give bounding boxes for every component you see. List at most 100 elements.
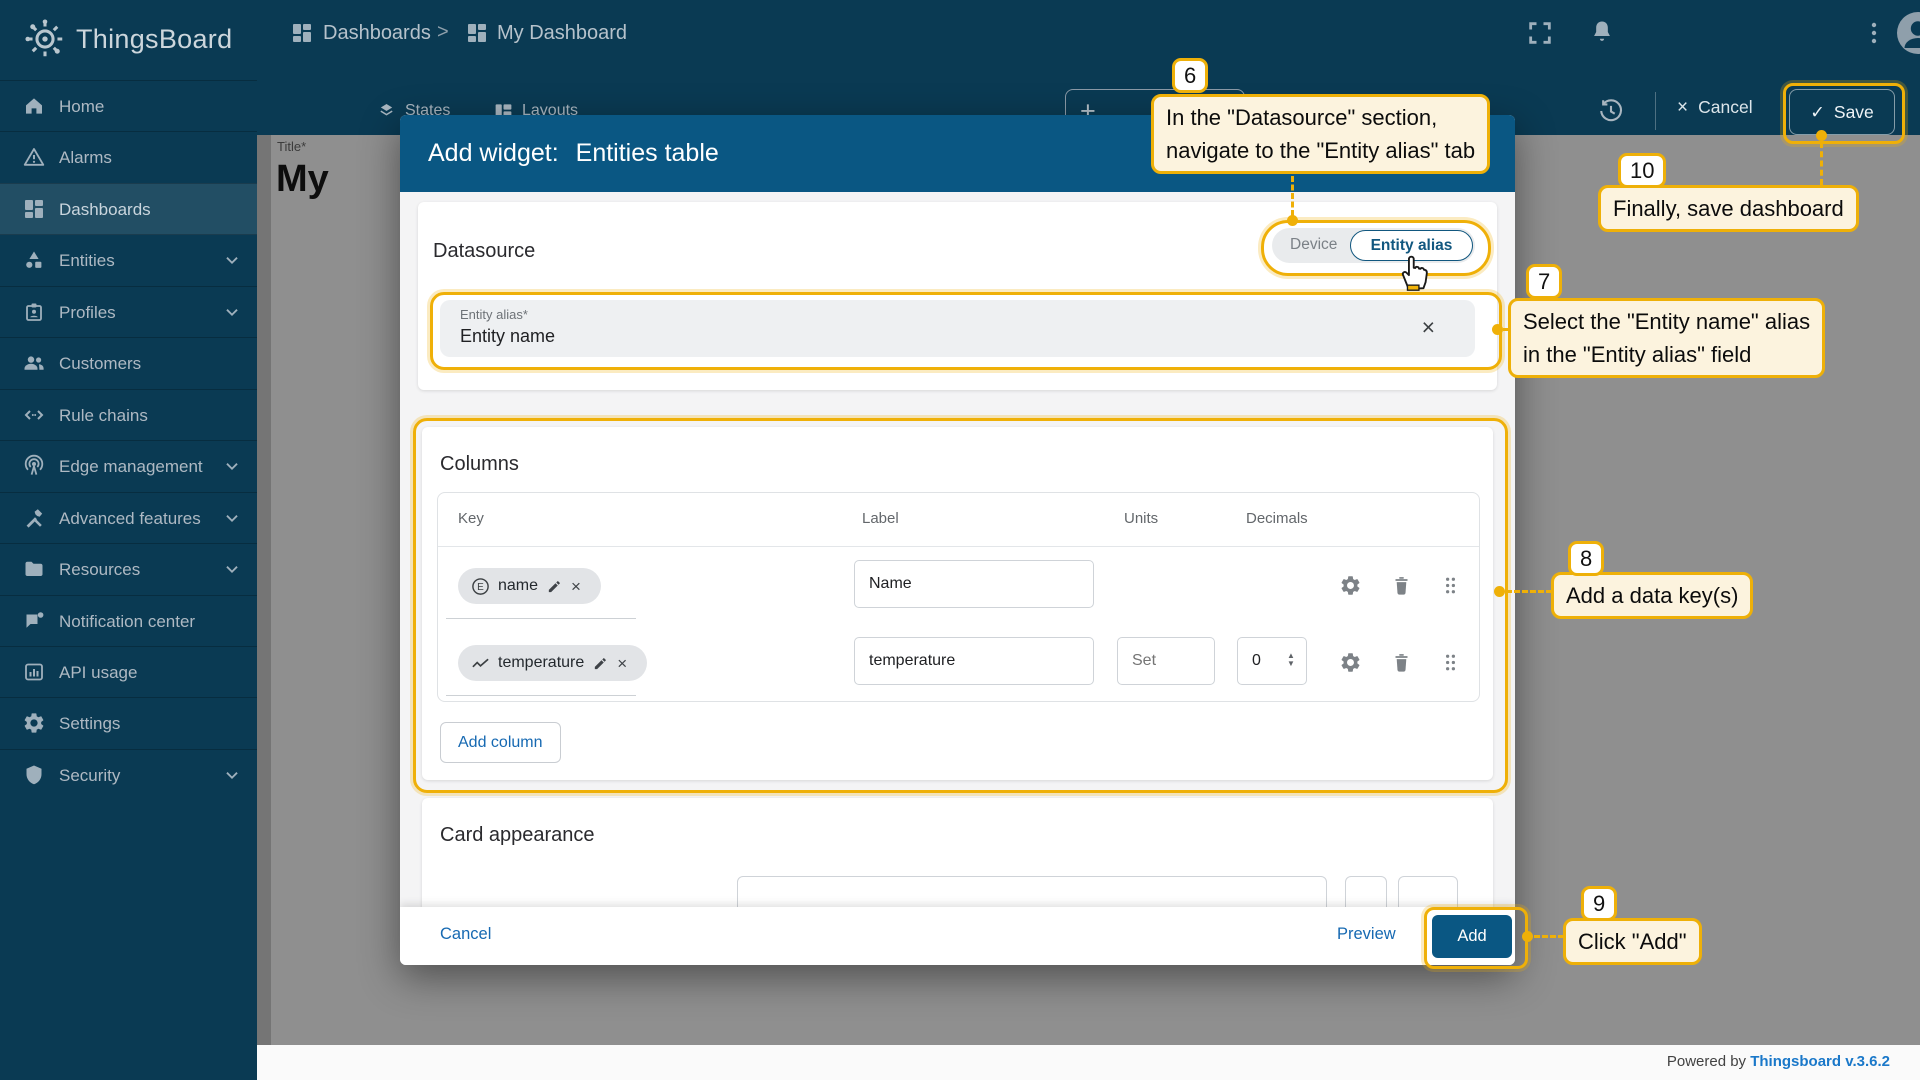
data-key-chip[interactable]: Ename× [458,568,601,604]
label-input[interactable] [854,637,1094,685]
data-key-name: temperature [498,654,584,672]
dialog-title-prefix: Add widget: [428,139,559,167]
home-icon [22,94,46,118]
card-appearance-card: Card appearance [422,798,1493,918]
sidebar-item-label: Dashboards [59,200,151,220]
key-field-underline [446,618,636,619]
sidebar-item-resources[interactable]: Resources [0,543,257,595]
delete-column-icon[interactable] [1390,651,1413,674]
connector-line [1506,590,1552,593]
customers-icon [22,351,46,375]
decimals-stepper[interactable]: ▲▼ [1285,652,1297,668]
sidebar-item-entities[interactable]: Entities [0,234,257,286]
notification-icon [22,609,46,633]
dialog-title-widget: Entities table [576,139,719,167]
breadcrumb-my-dashboard[interactable]: My Dashboard [497,22,627,45]
remove-key-icon[interactable]: × [571,578,588,595]
sidebar-item-label: Customers [59,354,141,374]
sidebar-item-label: Security [59,766,120,786]
drag-handle-icon[interactable] [1439,574,1462,597]
annotation-box-8: Add a data key(s) [1551,572,1753,619]
annotation-box-9: Click "Add" [1563,918,1702,965]
annotation-text: in the "Entity alias" field [1523,338,1810,371]
sidebar-item-advanced-features[interactable]: Advanced features [0,492,257,544]
sidebar-item-alarms[interactable]: Alarms [0,131,257,183]
clear-icon[interactable]: × [1422,314,1435,341]
chevron-down-icon [221,507,243,529]
data-key-name: name [498,577,538,595]
annotation-box-6: In the "Datasource" section, navigate to… [1151,94,1490,174]
sidebar-item-label: Resources [59,560,140,580]
toggle-device[interactable]: Device [1290,236,1337,254]
drag-handle-icon[interactable] [1439,651,1462,674]
resources-icon [22,557,46,581]
chevron-down-icon [221,455,243,477]
security-icon [22,763,46,787]
sidebar-item-label: Home [59,97,104,117]
card-appearance-heading: Card appearance [440,824,595,847]
history-icon[interactable] [1597,97,1625,125]
entity-alias-field-label: Entity alias* [460,307,528,322]
dialog-footer: Cancel Preview Add [400,907,1515,965]
connector-dot [1492,324,1503,335]
sidebar-item-edge-management[interactable]: Edge management [0,440,257,492]
breadcrumb-dashboards[interactable]: Dashboards [323,22,431,45]
version-link[interactable]: Thingsboard v.3.6.2 [1750,1053,1890,1070]
sidebar-item-label: Settings [59,714,120,734]
cancel-dashboard-button[interactable]: ×Cancel [1677,97,1753,119]
topbar: Dashboards > My Dashboard John Doe Tenan… [257,0,1920,67]
notifications-bell-icon[interactable] [1588,18,1616,46]
logo[interactable]: ThingsBoard [0,0,257,80]
dialog-cancel-button[interactable]: Cancel [440,925,491,944]
kebab-menu-icon[interactable] [1862,19,1886,47]
units-input[interactable] [1117,637,1215,685]
column-settings-icon[interactable] [1339,651,1362,674]
column-header-decimals: Decimals [1246,510,1308,527]
chevron-down-icon [221,558,243,580]
columns-table-header: Key Label Units Decimals [438,493,1479,547]
sidebar-item-api-usage[interactable]: API usage [0,646,257,698]
dialog-preview-button[interactable]: Preview [1337,925,1396,944]
remove-key-icon[interactable]: × [617,655,634,672]
breadcrumb-my-dashboard-icon [465,21,489,45]
connector-line [1291,176,1294,216]
avatar[interactable] [1897,12,1920,54]
annotation-badge-10: 10 [1618,153,1666,188]
dialog-add-button[interactable]: Add [1432,915,1512,958]
column-header-key: Key [458,510,484,527]
sidebar-item-profiles[interactable]: Profiles [0,286,257,338]
sidebar-item-dashboards[interactable]: Dashboards [0,183,257,235]
sidebar-item-label: API usage [59,663,137,683]
connector-dot [1816,130,1827,141]
edit-key-icon[interactable] [592,655,609,672]
add-column-button[interactable]: Add column [440,722,561,763]
connector-dot [1494,586,1505,597]
edit-key-icon[interactable] [546,578,563,595]
fullscreen-icon[interactable] [1526,19,1554,47]
sidebar-item-customers[interactable]: Customers [0,337,257,389]
columns-table: Key Label Units Decimals Ename×temperatu… [437,492,1480,702]
columns-heading: Columns [440,453,519,476]
sidebar-item-settings[interactable]: Settings [0,697,257,749]
annotation-text: navigate to the "Entity alias" tab [1166,134,1475,167]
powered-by-label: Powered by [1667,1053,1746,1070]
entity-alias-field[interactable]: Entity alias* Entity name × [440,300,1475,357]
save-dashboard-button[interactable]: ✓Save [1789,89,1895,135]
annotation-text: Add a data key(s) [1566,579,1738,612]
sidebar-item-security[interactable]: Security [0,749,257,801]
label-input[interactable] [854,560,1094,608]
annotation-badge-7: 7 [1526,264,1562,299]
page-footer: Powered by Thingsboard v.3.6.2 [257,1045,1920,1080]
sidebar-item-notification-center[interactable]: Notification center [0,595,257,647]
data-key-chip[interactable]: temperature × [458,645,647,681]
states-icon [376,100,397,121]
sidebar-item-home[interactable]: Home [0,80,257,132]
sidebar-item-rule-chains[interactable]: Rule chains [0,389,257,441]
pointer-cursor-icon [1396,250,1428,292]
annotation-badge-8: 8 [1568,541,1604,576]
delete-column-icon[interactable] [1390,574,1413,597]
dashboard-title-field-label: Title* [277,139,306,154]
column-settings-icon[interactable] [1339,574,1362,597]
edge-icon [22,454,46,478]
api-icon [22,660,46,684]
